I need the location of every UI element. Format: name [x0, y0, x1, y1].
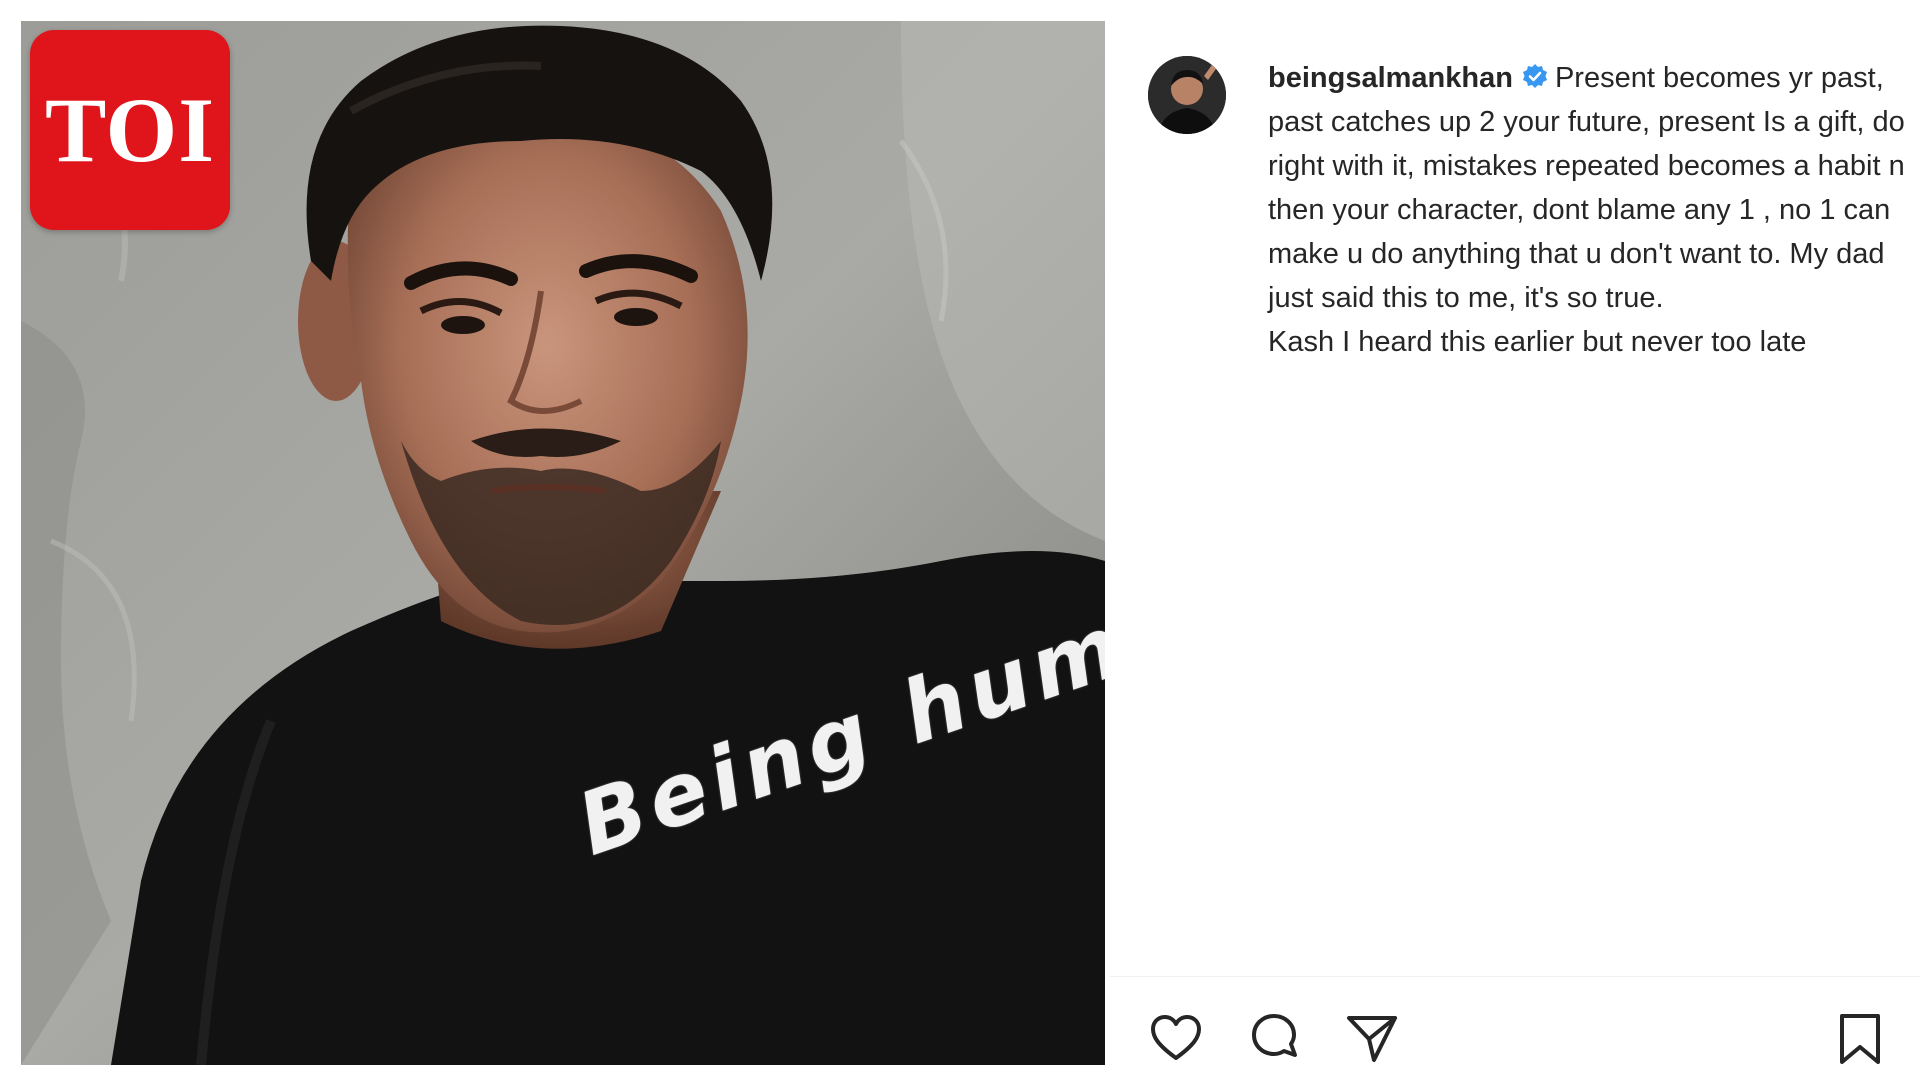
share-button[interactable] [1344, 1011, 1400, 1067]
save-button[interactable] [1832, 1011, 1888, 1067]
verified-badge-icon [1521, 60, 1549, 88]
heart-icon [1151, 1015, 1201, 1060]
comment-button[interactable] [1246, 1011, 1302, 1067]
share-icon [1347, 1016, 1397, 1062]
caption-text-line-1: Present becomes yr past, past catches up… [1268, 62, 1905, 314]
caption-paragraph-2: Kash I heard this earlier but never too … [1268, 326, 1807, 358]
toi-logo[interactable]: TOI [30, 30, 230, 230]
like-button[interactable] [1148, 1011, 1204, 1067]
post-details-panel: beingsalmankhan Present becomes yr past, … [1110, 21, 1920, 1065]
post-caption: beingsalmankhan Present becomes yr past, … [1268, 56, 1908, 364]
caption-paragraph-1: beingsalmankhan Present becomes yr past, … [1268, 56, 1908, 320]
bookmark-icon [1840, 1014, 1880, 1064]
post-photo[interactable]: TOI Being human [21, 21, 1105, 1065]
avatar[interactable] [1148, 56, 1226, 134]
actions-divider [1110, 976, 1920, 977]
post-screenshot: TOI Being human beingsalmankhan Present b… [0, 0, 1920, 1080]
comment-icon [1252, 1014, 1297, 1057]
avatar-image [1148, 56, 1226, 134]
toi-logo-text: TOI [44, 79, 216, 181]
username-link[interactable]: beingsalmankhan [1268, 62, 1513, 94]
